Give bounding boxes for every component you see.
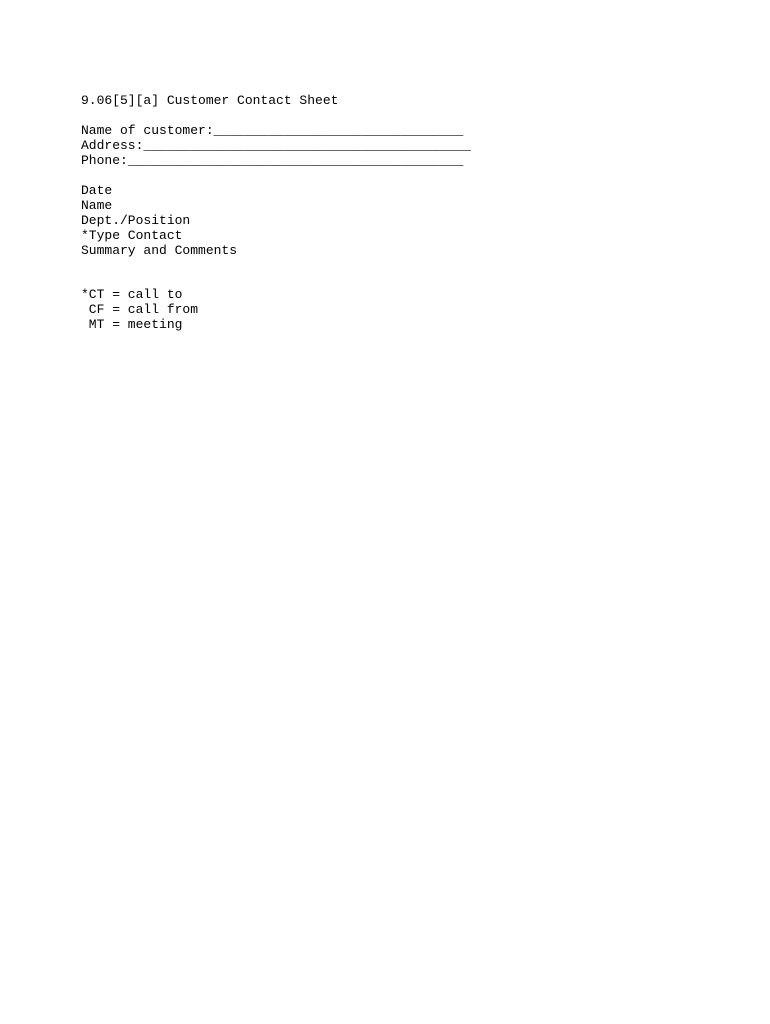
address-blank: ________________________________________…: [143, 138, 471, 153]
spacer: [81, 273, 770, 288]
spacer: [81, 258, 770, 273]
phone-blank: ________________________________________…: [128, 153, 463, 168]
column-summary: Summary and Comments: [81, 244, 770, 259]
name-label: Name of customer:: [81, 123, 214, 138]
name-blank: ________________________________: [214, 123, 464, 138]
legend-cf: CF = call from: [81, 303, 770, 318]
field-address: Address:________________________________…: [81, 139, 770, 154]
column-name: Name: [81, 199, 770, 214]
legend-mt: MT = meeting: [81, 318, 770, 333]
legend-ct: *CT = call to: [81, 288, 770, 303]
column-date: Date: [81, 184, 770, 199]
spacer: [81, 169, 770, 184]
page-title: 9.06[5][a] Customer Contact Sheet: [81, 94, 770, 109]
phone-label: Phone:: [81, 153, 128, 168]
address-label: Address:: [81, 138, 143, 153]
field-phone: Phone:__________________________________…: [81, 154, 770, 169]
field-name: Name of customer:_______________________…: [81, 124, 770, 139]
spacer: [81, 109, 770, 124]
column-dept: Dept./Position: [81, 214, 770, 229]
column-type: *Type Contact: [81, 229, 770, 244]
document-page: 9.06[5][a] Customer Contact Sheet Name o…: [0, 0, 770, 333]
